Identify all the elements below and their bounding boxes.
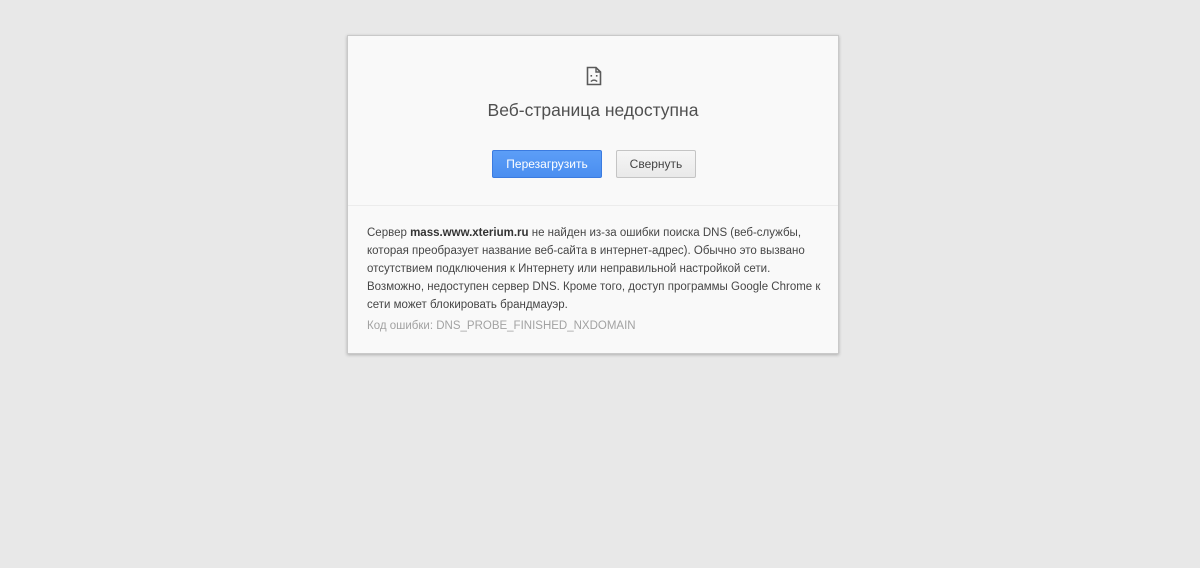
error-details: Сервер mass.www.xterium.ru не найден из-… bbox=[367, 224, 821, 314]
error-card: Веб-страница недоступна Перезагрузить Св… bbox=[347, 35, 839, 354]
collapse-button[interactable]: Свернуть bbox=[616, 150, 696, 178]
reload-button[interactable]: Перезагрузить bbox=[492, 150, 602, 178]
error-code: Код ошибки: DNS_PROBE_FINISHED_NXDOMAIN bbox=[367, 320, 636, 332]
page-title: Веб-страница недоступна bbox=[487, 100, 699, 120]
server-host: mass.www.xterium.ru bbox=[410, 227, 529, 239]
error-header: Веб-страница недоступна Перезагрузить Св… bbox=[348, 36, 838, 206]
divider bbox=[348, 205, 838, 206]
details-prefix: Сервер bbox=[367, 227, 411, 239]
details-text: не найден из-за ошибки поиска DNS (веб-с… bbox=[367, 227, 821, 311]
sad-page-icon bbox=[586, 66, 602, 86]
